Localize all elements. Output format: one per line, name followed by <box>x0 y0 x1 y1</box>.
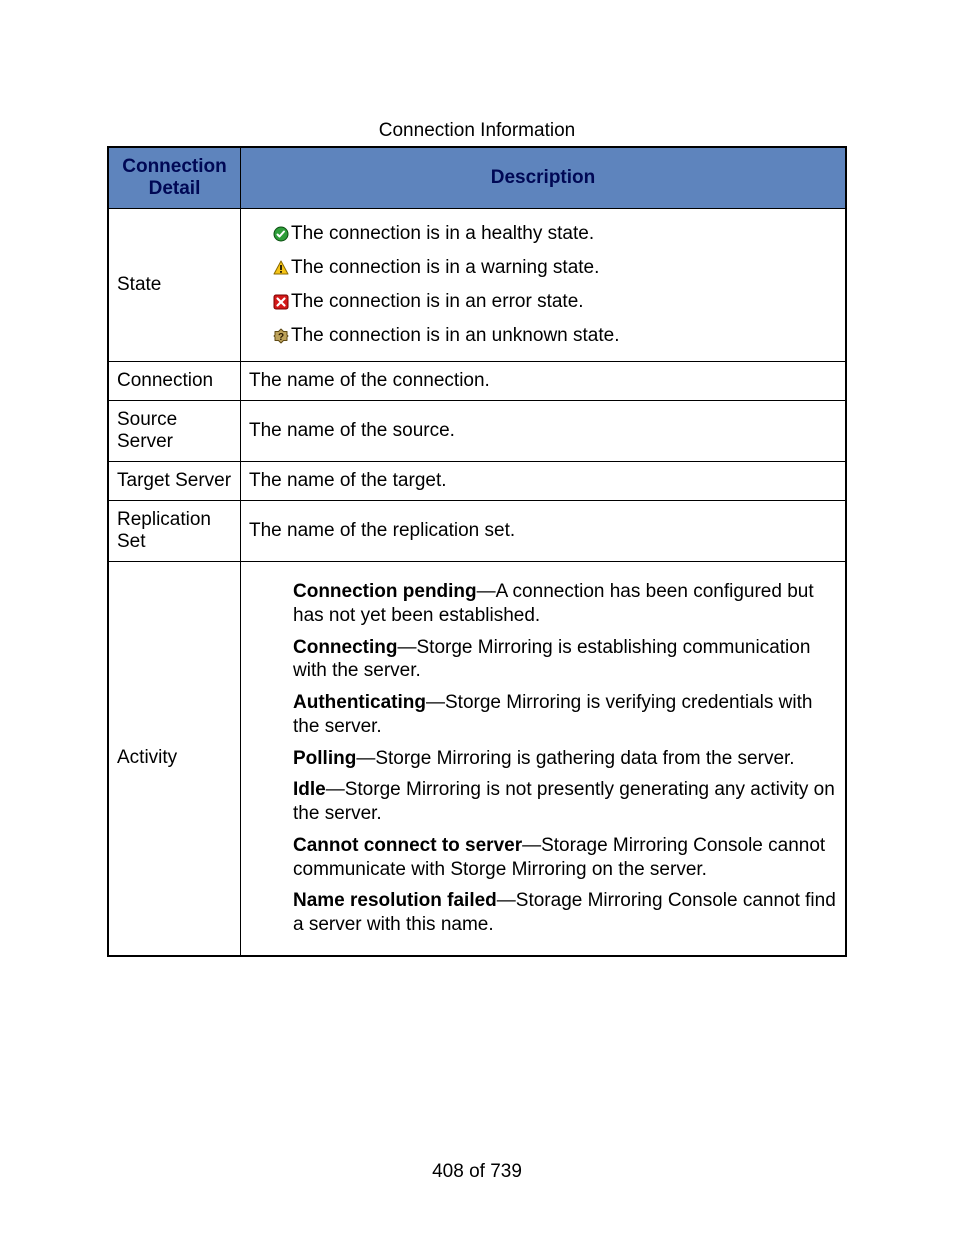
row-label-replication-set: Replication Set <box>108 501 241 562</box>
state-text: The connection is in a healthy state. <box>291 223 594 245</box>
activity-item: Authenticating—Storge Mirroring is verif… <box>293 691 837 739</box>
row-desc-activity: Connection pending—A connection has been… <box>241 562 847 956</box>
healthy-icon <box>273 226 289 242</box>
activity-term: Connection pending <box>293 581 477 602</box>
activity-item: Idle—Storge Mirroring is not presently g… <box>293 778 837 826</box>
activity-item: Cannot connect to server—Storage Mirrori… <box>293 834 837 882</box>
table-row: Source Server The name of the source. <box>108 401 846 462</box>
state-list: The connection is in a healthy state. Th… <box>249 217 837 353</box>
activity-desc: Storge Mirroring is gathering data from … <box>375 748 794 769</box>
row-label-activity: Activity <box>108 562 241 956</box>
row-desc-replication-set: The name of the replication set. <box>241 501 847 562</box>
activity-term: Name resolution failed <box>293 890 497 911</box>
state-text: The connection is in an unknown state. <box>291 325 619 347</box>
state-item-unknown: The connection is in an unknown state. <box>273 325 837 347</box>
page: Connection Information Connection Detail… <box>0 0 954 1235</box>
state-item-warning: The connection is in a warning state. <box>273 257 837 279</box>
activity-term: Authenticating <box>293 692 426 713</box>
activity-item: Connection pending—A connection has been… <box>293 580 837 628</box>
row-desc-source-server: The name of the source. <box>241 401 847 462</box>
state-text: The connection is in an error state. <box>291 291 584 313</box>
connection-info-table: Connection Detail Description State The … <box>107 146 847 957</box>
warning-icon <box>273 260 289 276</box>
table-header-row: Connection Detail Description <box>108 147 846 209</box>
activity-item: Polling—Storge Mirroring is gathering da… <box>293 747 837 771</box>
row-label-connection: Connection <box>108 362 241 401</box>
table-row: Replication Set The name of the replicat… <box>108 501 846 562</box>
col-header-detail: Connection Detail <box>108 147 241 209</box>
row-label-state: State <box>108 209 241 362</box>
activity-term: Connecting <box>293 637 398 658</box>
activity-term: Polling <box>293 748 356 769</box>
row-label-source-server: Source Server <box>108 401 241 462</box>
unknown-icon <box>273 328 289 344</box>
error-icon <box>273 294 289 310</box>
page-number: 408 of 739 <box>0 1161 954 1183</box>
col-header-description: Description <box>241 147 847 209</box>
state-item-error: The connection is in an error state. <box>273 291 837 313</box>
activity-item: Connecting—Storge Mirroring is establish… <box>293 636 837 684</box>
activity-item: Name resolution failed—Storage Mirroring… <box>293 889 837 937</box>
row-label-target-server: Target Server <box>108 462 241 501</box>
activity-term: Cannot connect to server <box>293 835 522 856</box>
activity-desc: Storge Mirroring is not presently genera… <box>293 779 835 824</box>
row-desc-target-server: The name of the target. <box>241 462 847 501</box>
row-desc-state: The connection is in a healthy state. Th… <box>241 209 847 362</box>
table-row: Target Server The name of the target. <box>108 462 846 501</box>
row-desc-connection: The name of the connection. <box>241 362 847 401</box>
table-row: Connection The name of the connection. <box>108 362 846 401</box>
state-item-healthy: The connection is in a healthy state. <box>273 223 837 245</box>
state-text: The connection is in a warning state. <box>291 257 599 279</box>
activity-term: Idle <box>293 779 326 800</box>
table-row: State The connection is in a healthy sta… <box>108 209 846 362</box>
table-row: Activity Connection pending—A connection… <box>108 562 846 956</box>
activity-list: Connection pending—A connection has been… <box>249 570 837 947</box>
table-caption: Connection Information <box>0 120 954 142</box>
